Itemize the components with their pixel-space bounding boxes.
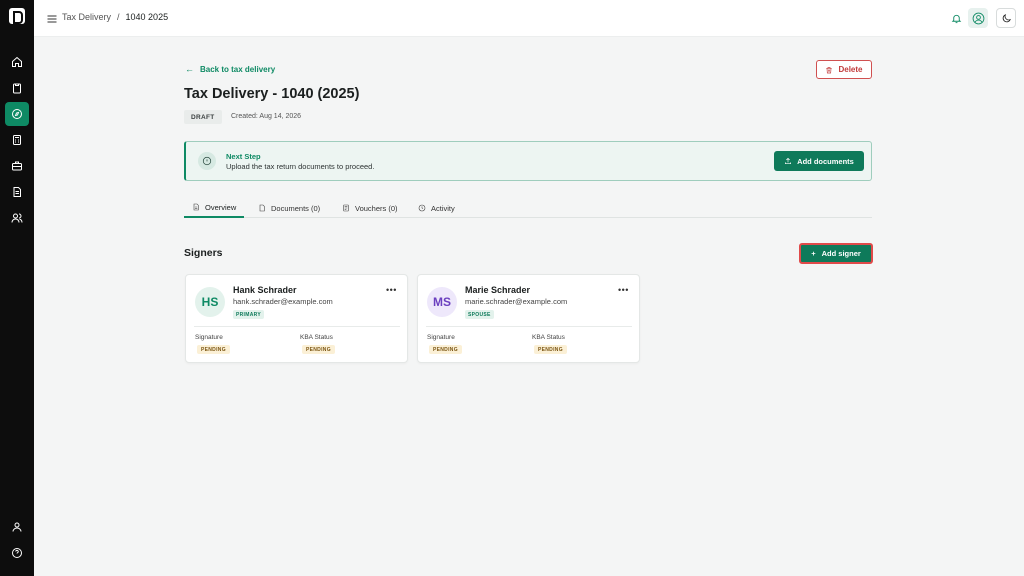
theme-toggle-button[interactable] bbox=[996, 8, 1016, 28]
tab-activity[interactable]: Activity bbox=[418, 198, 455, 218]
document-icon bbox=[193, 203, 199, 211]
bell-icon[interactable] bbox=[948, 10, 964, 26]
next-step-heading: Next Step bbox=[226, 152, 261, 161]
briefcase-icon[interactable] bbox=[8, 157, 26, 175]
compass-icon[interactable] bbox=[5, 102, 29, 126]
users-icon[interactable] bbox=[8, 209, 26, 227]
tab-overview[interactable]: Overview bbox=[184, 198, 245, 218]
tab-label: Overview bbox=[205, 202, 237, 212]
receipt-icon bbox=[343, 204, 349, 212]
breadcrumb-current: 1040 2025 bbox=[125, 12, 169, 22]
add-documents-button[interactable]: Add documents bbox=[774, 151, 864, 171]
back-link[interactable]: ← Back to tax delivery bbox=[185, 64, 275, 74]
upload-icon bbox=[785, 157, 792, 164]
signers-heading: Signers bbox=[184, 247, 223, 259]
plus-icon: + bbox=[811, 249, 816, 258]
clock-icon bbox=[418, 204, 426, 212]
moon-icon bbox=[1002, 13, 1011, 22]
tab-documents[interactable]: Documents (0) bbox=[258, 198, 320, 218]
divider bbox=[194, 326, 400, 327]
signer-email: marie.schrader@example.com bbox=[465, 297, 568, 306]
kba-label: KBA Status bbox=[300, 334, 333, 341]
menu-icon[interactable] bbox=[46, 12, 58, 24]
next-step-banner: Next Step Upload the tax return document… bbox=[184, 141, 872, 181]
tab-label: Activity bbox=[431, 203, 455, 213]
breadcrumb-parent[interactable]: Tax Delivery bbox=[62, 12, 111, 22]
signature-status-badge: PENDING bbox=[429, 345, 462, 354]
sidebar bbox=[0, 0, 34, 576]
back-link-label: Back to tax delivery bbox=[200, 64, 276, 74]
kba-status-badge: PENDING bbox=[302, 345, 335, 354]
created-date: Created: Aug 14, 2026 bbox=[231, 113, 302, 120]
add-signer-label: Add signer bbox=[821, 249, 861, 258]
breadcrumb-separator: / bbox=[117, 12, 120, 22]
tab-vouchers[interactable]: Vouchers (0) bbox=[342, 198, 398, 218]
signature-status-badge: PENDING bbox=[197, 345, 230, 354]
page-title: Tax Delivery - 1040 (2025) bbox=[184, 86, 360, 102]
kba-label: KBA Status bbox=[532, 334, 565, 341]
next-step-text: Upload the tax return documents to proce… bbox=[226, 162, 375, 171]
avatar: HS bbox=[195, 287, 225, 317]
home-icon[interactable] bbox=[8, 53, 26, 71]
signer-card: HS Hank Schrader hank.schrader@example.c… bbox=[185, 274, 408, 363]
avatar: MS bbox=[427, 287, 457, 317]
file-text-icon[interactable] bbox=[8, 183, 26, 201]
breadcrumb: Tax Delivery / 1040 2025 bbox=[62, 12, 168, 22]
signature-label: Signature bbox=[427, 334, 455, 341]
help-icon[interactable] bbox=[8, 544, 26, 562]
tab-bar: Overview Documents (0) Vouchers (0) Acti… bbox=[184, 198, 872, 218]
add-signer-button[interactable]: + Add signer bbox=[799, 243, 873, 264]
clipboard-icon[interactable] bbox=[8, 79, 26, 97]
more-options-icon[interactable]: ••• bbox=[386, 285, 397, 295]
signer-name: Hank Schrader bbox=[233, 285, 297, 295]
signer-email: hank.schrader@example.com bbox=[233, 297, 333, 306]
role-badge: PRIMARY bbox=[233, 310, 264, 319]
app-logo[interactable] bbox=[9, 8, 25, 24]
tab-label: Documents (0) bbox=[271, 203, 321, 213]
user-circle-icon bbox=[972, 12, 984, 24]
arrow-left-icon: ← bbox=[185, 64, 194, 74]
profile-button[interactable] bbox=[968, 8, 988, 28]
trash-icon bbox=[826, 66, 833, 73]
delete-button[interactable]: Delete bbox=[816, 60, 872, 79]
file-icon bbox=[259, 204, 265, 212]
delete-button-label: Delete bbox=[838, 65, 863, 74]
add-documents-label: Add documents bbox=[797, 156, 854, 166]
calculator-icon[interactable] bbox=[8, 131, 26, 149]
signature-label: Signature bbox=[195, 334, 223, 341]
info-icon bbox=[198, 152, 216, 170]
user-icon[interactable] bbox=[8, 518, 26, 536]
status-badge: DRAFT bbox=[184, 110, 222, 124]
tab-label: Vouchers (0) bbox=[355, 203, 398, 213]
top-bar: Tax Delivery / 1040 2025 bbox=[34, 0, 1024, 37]
role-badge: SPOUSE bbox=[465, 310, 494, 319]
signer-name: Marie Schrader bbox=[465, 285, 531, 295]
more-options-icon[interactable]: ••• bbox=[618, 285, 629, 295]
signer-card: MS Marie Schrader marie.schrader@example… bbox=[417, 274, 640, 363]
kba-status-badge: PENDING bbox=[534, 345, 567, 354]
divider bbox=[426, 326, 632, 327]
